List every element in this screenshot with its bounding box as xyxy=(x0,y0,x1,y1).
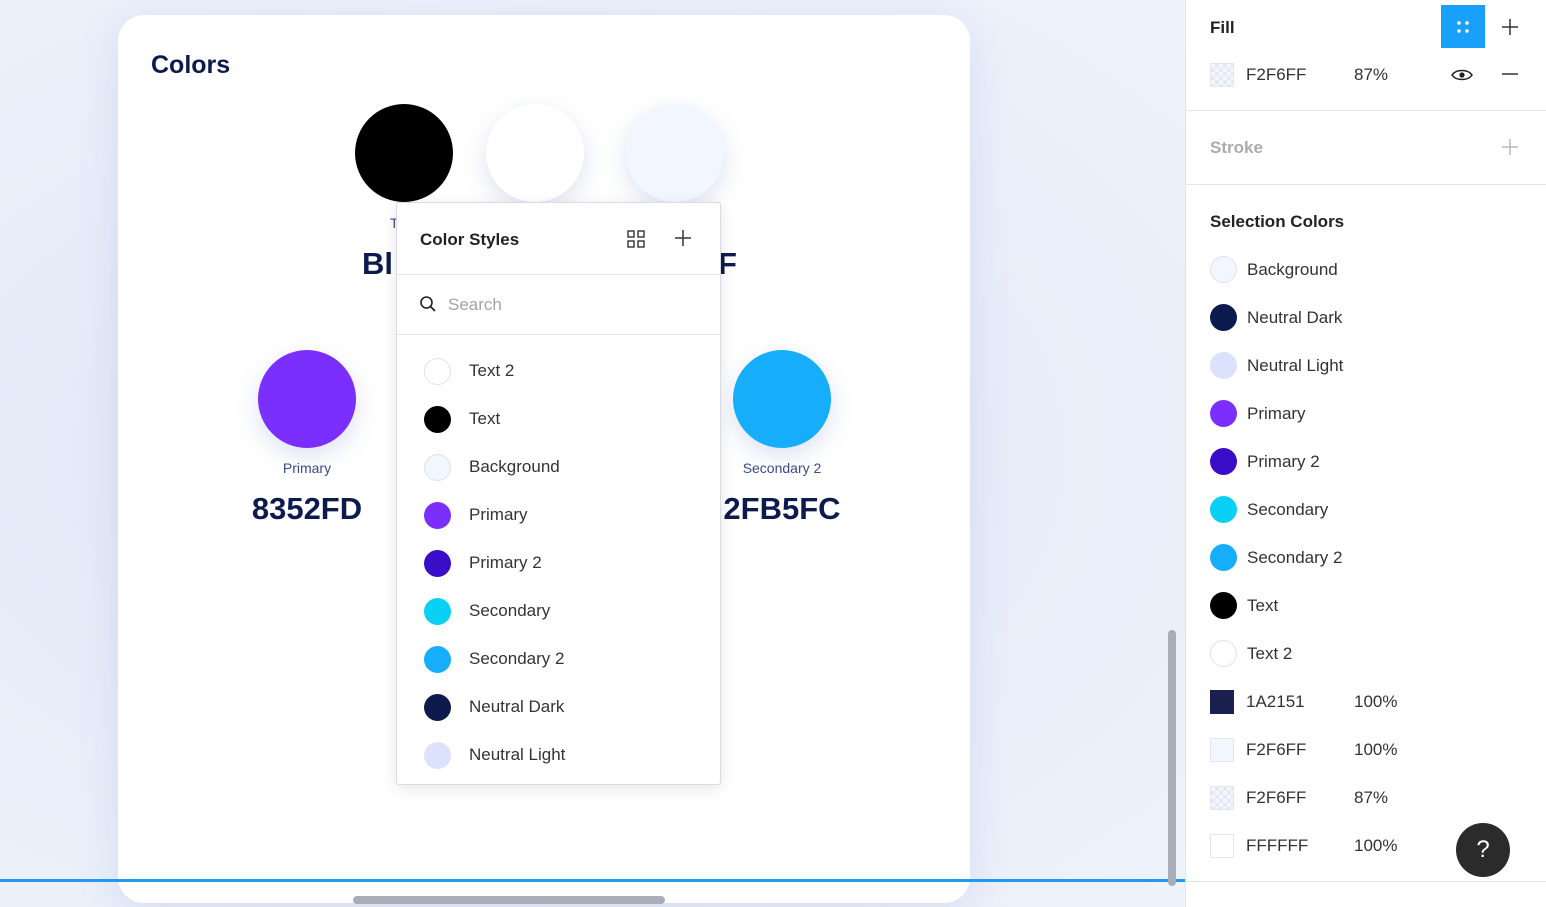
selection-style-primary-2[interactable]: Primary 2 xyxy=(1210,448,1320,475)
selection-style-background[interactable]: Background xyxy=(1210,256,1338,283)
raw-color-swatch[interactable] xyxy=(1210,834,1234,858)
design-canvas[interactable]: Colors T Bl F Primary 8352FD Secondary 2… xyxy=(0,0,1185,907)
selection-style-neutral-light[interactable]: Neutral Light xyxy=(1210,352,1343,379)
style-item-text[interactable]: Text xyxy=(397,395,720,443)
selection-style-neutral-dark[interactable]: Neutral Dark xyxy=(1210,304,1342,331)
color-dot xyxy=(1210,256,1237,283)
style-list: Text 2 Text Background Primary Primary 2… xyxy=(397,335,720,779)
fill-color-swatch[interactable] xyxy=(1210,63,1234,87)
selection-colors-title: Selection Colors xyxy=(1210,212,1345,231)
color-dot xyxy=(1210,304,1237,331)
style-item-background[interactable]: Background xyxy=(397,443,720,491)
color-dot xyxy=(1210,352,1237,379)
selection-style-primary[interactable]: Primary xyxy=(1210,400,1306,427)
help-button[interactable]: ? xyxy=(1456,823,1510,877)
swatch-primary-label: Primary xyxy=(282,460,332,476)
popup-title: Color Styles xyxy=(420,230,520,249)
stroke-title: Stroke xyxy=(1210,138,1263,157)
color-dot xyxy=(1210,640,1237,667)
swatch-white[interactable] xyxy=(486,104,584,202)
color-dot xyxy=(424,693,451,721)
selection-raw-color[interactable]: F2F6FF 100% xyxy=(1210,738,1397,762)
style-item-primary-2[interactable]: Primary 2 xyxy=(397,539,720,587)
search-input[interactable] xyxy=(448,293,698,317)
remove-fill-icon[interactable] xyxy=(1498,62,1522,86)
fill-opacity[interactable]: 87% xyxy=(1354,65,1388,85)
style-grid-button[interactable] xyxy=(1441,5,1485,48)
style-item-primary[interactable]: Primary xyxy=(397,491,720,539)
add-style-icon[interactable] xyxy=(671,226,695,250)
swatch-black[interactable] xyxy=(355,104,453,202)
style-item-text-2[interactable]: Text 2 xyxy=(397,347,720,395)
selection-raw-color[interactable]: 1A2151 100% xyxy=(1210,690,1397,714)
fill-section: Fill F2F6FF 87% xyxy=(1186,0,1546,111)
selection-style-secondary[interactable]: Secondary xyxy=(1210,496,1328,523)
color-dot xyxy=(424,405,451,433)
fill-row[interactable]: F2F6FF 87% xyxy=(1210,63,1388,87)
color-dot xyxy=(424,549,451,577)
popup-search xyxy=(397,275,720,335)
style-item-neutral-dark[interactable]: Neutral Dark xyxy=(397,683,720,731)
color-dot xyxy=(1210,400,1237,427)
selection-raw-color[interactable]: F2F6FF 87% xyxy=(1210,786,1388,810)
style-item-secondary[interactable]: Secondary xyxy=(397,587,720,635)
style-item-neutral-light[interactable]: Neutral Light xyxy=(397,731,720,779)
color-dot xyxy=(424,501,451,529)
eye-icon[interactable] xyxy=(1450,63,1474,87)
horizontal-scrollbar[interactable] xyxy=(353,896,665,904)
swatch-hex-partial-left: Bl xyxy=(362,246,393,281)
raw-color-swatch[interactable] xyxy=(1210,690,1234,714)
add-stroke-icon[interactable] xyxy=(1498,135,1522,159)
color-dot xyxy=(424,645,451,673)
selection-colors-section: Selection Colors Background Neutral Dark… xyxy=(1186,185,1546,882)
color-dot xyxy=(1210,592,1237,619)
selection-style-secondary-2[interactable]: Secondary 2 xyxy=(1210,544,1342,571)
swatch-primary[interactable] xyxy=(258,350,356,448)
properties-panel: Fill F2F6FF 87% Stroke Selection Colors … xyxy=(1185,0,1546,907)
color-dot xyxy=(1210,448,1237,475)
swatch-secondary-2-label: Secondary 2 xyxy=(742,460,822,476)
selection-style-text[interactable]: Text xyxy=(1210,592,1278,619)
color-dot xyxy=(424,741,451,769)
style-item-secondary-2[interactable]: Secondary 2 xyxy=(397,635,720,683)
color-styles-popup: Color Styles Search Text 2 Text Backgrou… xyxy=(396,202,721,785)
swatch-background[interactable] xyxy=(626,104,724,202)
color-dot xyxy=(1210,544,1237,571)
color-dot xyxy=(424,597,451,625)
grid-view-icon[interactable] xyxy=(624,227,648,251)
popup-header: Color Styles xyxy=(397,203,720,275)
swatch-secondary-2[interactable] xyxy=(733,350,831,448)
raw-color-swatch[interactable] xyxy=(1210,786,1234,810)
stroke-section: Stroke xyxy=(1186,111,1546,185)
color-dot xyxy=(1210,496,1237,523)
selection-style-text-2[interactable]: Text 2 xyxy=(1210,640,1292,667)
add-fill-icon[interactable] xyxy=(1498,15,1522,39)
fill-title: Fill xyxy=(1210,18,1235,37)
raw-color-swatch[interactable] xyxy=(1210,738,1234,762)
selection-guide-line xyxy=(0,879,1185,882)
vertical-scrollbar[interactable] xyxy=(1168,630,1176,886)
fill-hex[interactable]: F2F6FF xyxy=(1246,65,1354,85)
color-dot xyxy=(424,453,451,481)
frame-title: Colors xyxy=(151,51,231,79)
search-icon xyxy=(419,295,437,318)
selection-raw-color[interactable]: FFFFFF 100% xyxy=(1210,834,1397,858)
swatch-primary-hex: 8352FD xyxy=(251,491,363,526)
color-dot xyxy=(424,357,451,385)
